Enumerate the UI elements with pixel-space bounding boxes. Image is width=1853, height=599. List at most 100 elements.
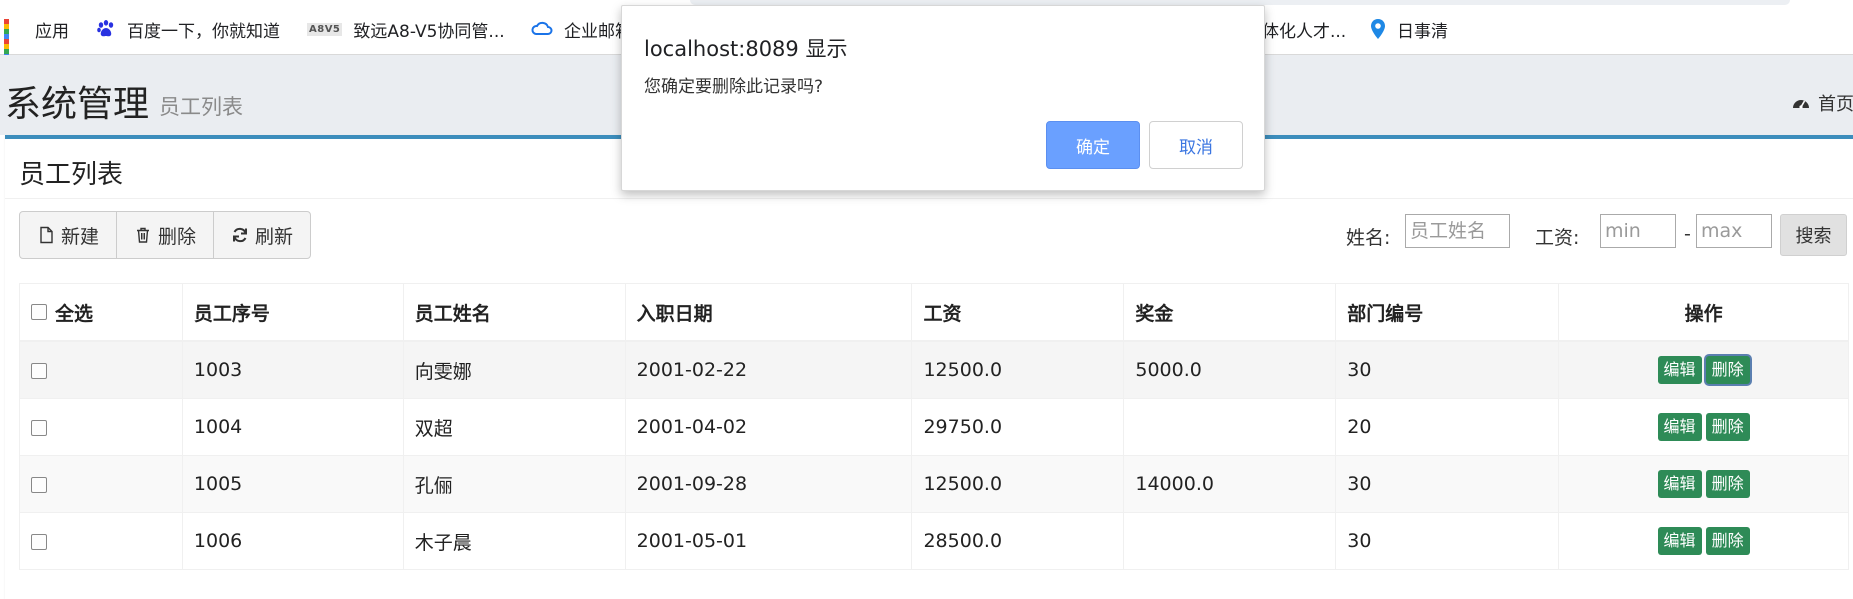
a8-logo-icon: A8V5 <box>307 22 343 36</box>
cell-id: 1003 <box>181 340 404 399</box>
bookmark-mail[interactable]: 企业邮箱 <box>531 17 632 42</box>
cell-name: 双超 <box>402 398 626 456</box>
bookmark-label: 日事清 <box>1397 21 1448 42</box>
edit-button[interactable]: 编辑 <box>1657 413 1702 441</box>
row-delete-button[interactable]: 删除 <box>1705 413 1750 441</box>
name-input[interactable] <box>1405 214 1510 248</box>
confirm-dialog: localhost:8089 显示 您确定要删除此记录吗? 确定 取消 <box>621 5 1265 191</box>
cell-dept: 30 <box>1335 455 1560 513</box>
box-divider <box>5 198 1853 199</box>
row-checkbox[interactable] <box>31 476 47 493</box>
cell-hire-date: 2001-05-01 <box>624 512 913 570</box>
cell-salary: 12500.0 <box>911 340 1125 399</box>
cell-dept: 30 <box>1335 340 1560 399</box>
column-header-salary: 工资 <box>911 283 1125 342</box>
apps-grid-icon <box>4 19 24 64</box>
baidu-paw-icon <box>97 20 114 37</box>
page-subtitle: 员工列表 <box>159 95 243 119</box>
cell-dept: 20 <box>1335 398 1560 456</box>
edit-button[interactable]: 编辑 <box>1657 527 1702 555</box>
cell-hire-date: 2001-09-28 <box>624 455 913 513</box>
cell-hire-date: 2001-02-22 <box>624 340 913 399</box>
page-title: 系统管理 <box>5 84 150 125</box>
row-checkbox[interactable] <box>31 419 47 436</box>
search-button[interactable]: 搜索 <box>1780 214 1847 256</box>
delete-button-label: 删除 <box>158 225 197 248</box>
column-header-bonus: 奖金 <box>1123 283 1337 342</box>
new-button[interactable]: 新建 <box>20 212 118 258</box>
cell-salary: 12500.0 <box>911 455 1125 513</box>
refresh-button[interactable]: 刷新 <box>214 212 310 258</box>
edit-button[interactable]: 编辑 <box>1657 356 1702 384</box>
select-all-header[interactable]: 全选 <box>19 283 183 342</box>
bookmark-label: 百度一下，你就知道 <box>127 21 280 42</box>
cell-hire-date: 2001-04-02 <box>624 398 913 456</box>
cell-bonus: 14000.0 <box>1123 455 1337 513</box>
column-header-dept: 部门编号 <box>1335 283 1560 342</box>
table-row: 1005 孔俪 2001-09-28 12500.0 14000.0 30 编辑… <box>19 455 1849 513</box>
bookmark-rishiqing[interactable]: 日事清 <box>1370 17 1448 42</box>
file-icon <box>40 226 53 244</box>
salary-min-input[interactable] <box>1600 214 1676 248</box>
delete-button[interactable]: 删除 <box>117 212 215 258</box>
select-all-checkbox[interactable] <box>31 304 47 320</box>
bookmark-baidu[interactable]: 百度一下，你就知道 <box>96 17 280 42</box>
cell-bonus: 5000.0 <box>1123 340 1337 399</box>
refresh-button-label: 刷新 <box>255 225 294 248</box>
location-pin-icon <box>1371 19 1385 39</box>
home-label: 首页 <box>1818 94 1853 115</box>
breadcrumb-home[interactable]: 首页 <box>1792 90 1853 116</box>
cell-bonus <box>1123 512 1337 570</box>
dialog-message: 您确定要删除此记录吗? <box>644 77 824 97</box>
confirm-ok-button[interactable]: 确定 <box>1046 121 1140 169</box>
bookmark-label: 致远A8-V5协同管... <box>353 21 505 42</box>
row-delete-button[interactable]: 删除 <box>1705 470 1750 498</box>
dashboard-icon <box>1793 100 1809 109</box>
column-header-name: 员工姓名 <box>402 283 626 342</box>
cell-salary: 28500.0 <box>911 512 1125 570</box>
toolbar: 新建 删除 刷新 <box>19 211 312 259</box>
bookmark-talent[interactable]: 体化人才... <box>1262 17 1347 42</box>
select-all-label: 全选 <box>55 302 94 325</box>
column-header-hire-date: 入职日期 <box>624 283 913 342</box>
bookmark-apps[interactable]: 应用 <box>4 17 69 64</box>
cell-actions: 编辑 删除 <box>1558 398 1849 456</box>
cell-actions: 编辑 删除 <box>1558 455 1849 513</box>
cell-id: 1006 <box>181 512 404 570</box>
confirm-cancel-button[interactable]: 取消 <box>1149 121 1243 169</box>
cell-bonus <box>1123 398 1337 456</box>
cell-name: 孔俪 <box>402 455 626 513</box>
cell-salary: 29750.0 <box>911 398 1125 456</box>
row-delete-button[interactable]: 删除 <box>1705 356 1750 384</box>
row-checkbox[interactable] <box>31 362 47 379</box>
cloud-icon <box>531 21 553 35</box>
edit-button[interactable]: 编辑 <box>1657 470 1702 498</box>
box-title: 员工列表 <box>19 160 124 190</box>
column-header-id: 员工序号 <box>181 283 404 342</box>
row-delete-button[interactable]: 删除 <box>1705 527 1750 555</box>
trash-icon <box>137 227 150 243</box>
row-checkbox[interactable] <box>31 533 47 550</box>
employee-list-box: 员工列表 新建 删除 刷新 姓名: 员工姓名 工资: min - max 搜索 … <box>5 135 1853 599</box>
bookmark-label: 应用 <box>35 21 69 42</box>
bookmark-a8[interactable]: A8V5 致远A8-V5协同管... <box>307 17 505 42</box>
cell-dept: 30 <box>1335 512 1560 570</box>
new-button-label: 新建 <box>61 225 100 248</box>
cell-name: 木子晨 <box>402 512 626 570</box>
employee-table: 全选 员工序号 员工姓名 入职日期 工资 奖金 部门编号 操作 1003 向雯娜… <box>19 283 1849 570</box>
name-label: 姓名: <box>1346 227 1391 249</box>
cell-actions: 编辑 删除 <box>1558 340 1849 399</box>
dialog-title: localhost:8089 显示 <box>644 37 848 61</box>
table-row: 1004 双超 2001-04-02 29750.0 20 编辑 删除 <box>19 398 1849 456</box>
cell-id: 1005 <box>181 455 404 513</box>
table-row: 1006 木子晨 2001-05-01 28500.0 30 编辑 删除 <box>19 512 1849 570</box>
range-dash: - <box>1684 223 1691 245</box>
salary-label: 工资: <box>1535 227 1580 249</box>
column-header-actions: 操作 <box>1558 283 1849 342</box>
bookmark-label: 体化人才... <box>1262 21 1347 42</box>
cell-id: 1004 <box>181 398 404 456</box>
table-row: 1003 向雯娜 2001-02-22 12500.0 5000.0 30 编辑… <box>19 340 1849 399</box>
cell-actions: 编辑 删除 <box>1558 512 1849 570</box>
salary-max-input[interactable] <box>1696 214 1772 248</box>
table-header-row: 全选 员工序号 员工姓名 入职日期 工资 奖金 部门编号 操作 <box>19 283 1849 342</box>
